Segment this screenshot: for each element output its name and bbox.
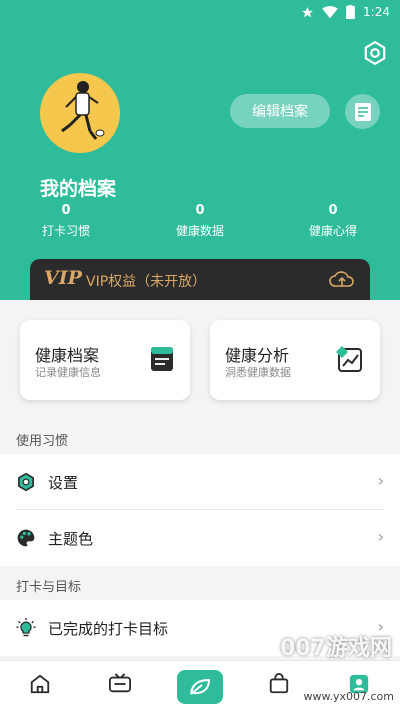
document-button[interactable] xyxy=(345,94,380,129)
bag-icon[interactable] xyxy=(268,673,290,695)
theme-color-row[interactable]: 主题色 › xyxy=(0,510,400,566)
archive-box-icon xyxy=(151,347,173,371)
stat-value: 0 xyxy=(328,203,338,218)
chevron-right-icon: › xyxy=(377,527,384,546)
lightbulb-icon xyxy=(16,618,36,637)
vip-label: VIP权益（未开放） xyxy=(86,274,207,290)
vip-logo: VIP xyxy=(44,267,82,289)
settings-gear-icon[interactable] xyxy=(362,40,388,66)
document-icon xyxy=(354,102,371,121)
stat-health-data[interactable]: 0 健康数据 xyxy=(150,203,250,239)
card-subtitle: 洞悉健康数据 xyxy=(225,366,291,379)
watermark-brand: 007游戏网 xyxy=(280,636,392,661)
nav-leaf-button[interactable] xyxy=(177,670,223,704)
row-label: 设置 xyxy=(48,474,79,492)
star-icon xyxy=(302,6,313,17)
settings-row[interactable]: 设置 › xyxy=(0,454,400,510)
chart-analysis-icon xyxy=(336,346,362,372)
section-header-habits: 使用习惯 xyxy=(16,434,69,449)
card-title: 健康分析 xyxy=(225,346,290,365)
status-time: 1:24 xyxy=(363,5,390,19)
health-archive-card[interactable]: 健康档案 记录健康信息 xyxy=(20,320,190,400)
palette-icon xyxy=(17,529,35,547)
battery-icon xyxy=(346,5,355,19)
avatar-figure-icon xyxy=(61,81,105,140)
tv-icon[interactable] xyxy=(108,673,132,695)
stat-value: 0 xyxy=(61,203,71,218)
cloud-icon xyxy=(329,271,354,287)
section-header-goals: 打卡与目标 xyxy=(16,580,82,595)
stat-health-notes[interactable]: 0 健康心得 xyxy=(283,203,383,239)
stat-label: 健康数据 xyxy=(175,224,224,238)
page-title: 我的档案 xyxy=(40,178,117,200)
stat-checkin-habits[interactable]: 0 打卡习惯 xyxy=(16,203,116,239)
wifi-icon xyxy=(322,5,338,18)
stat-value: 0 xyxy=(195,203,205,218)
chevron-right-icon: › xyxy=(377,471,384,490)
edit-profile-button[interactable]: 编辑档案 xyxy=(230,94,330,128)
profile-header xyxy=(0,0,400,300)
hexagon-settings-icon xyxy=(18,472,34,492)
stat-label: 打卡习惯 xyxy=(41,224,90,238)
home-icon[interactable] xyxy=(29,673,51,695)
leaf-icon xyxy=(190,678,211,695)
bottom-navigation xyxy=(0,660,400,711)
health-analysis-card[interactable]: 健康分析 洞悉健康数据 xyxy=(210,320,380,400)
status-bar: 1:24 xyxy=(0,0,400,26)
avatar[interactable] xyxy=(40,73,120,153)
card-subtitle: 记录健康信息 xyxy=(35,366,101,379)
row-label: 主题色 xyxy=(48,530,94,548)
stat-label: 健康心得 xyxy=(308,224,357,238)
row-label: 已完成的打卡目标 xyxy=(48,620,169,638)
card-title: 健康档案 xyxy=(35,346,100,365)
watermark-url: www.yx007.com xyxy=(303,690,394,703)
